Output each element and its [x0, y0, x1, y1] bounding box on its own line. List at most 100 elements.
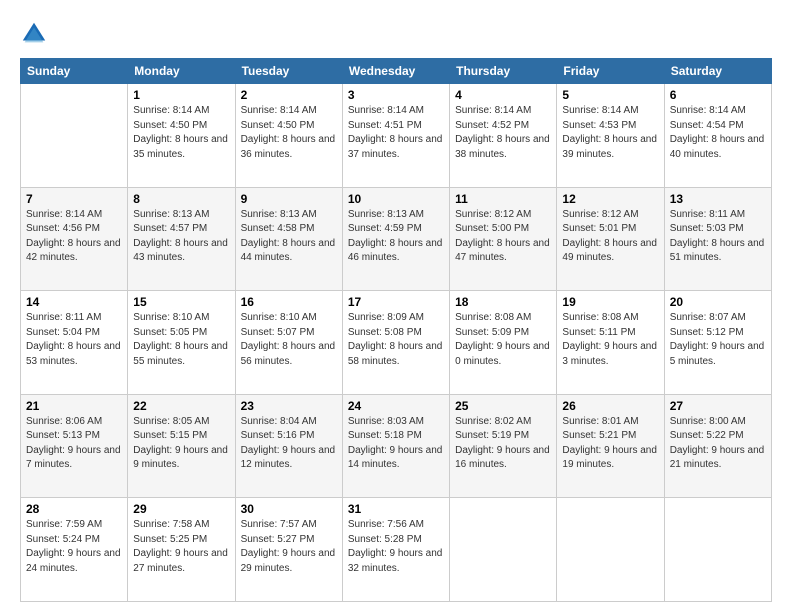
calendar-cell: 21 Sunrise: 8:06 AM Sunset: 5:13 PM Dayli…	[21, 394, 128, 498]
header	[20, 20, 772, 48]
day-number: 26	[562, 399, 658, 413]
day-number: 19	[562, 295, 658, 309]
calendar-cell: 26 Sunrise: 8:01 AM Sunset: 5:21 PM Dayli…	[557, 394, 664, 498]
day-info: Sunrise: 8:09 AM Sunset: 5:08 PM Dayligh…	[348, 311, 444, 369]
day-number: 8	[133, 192, 229, 206]
day-number: 23	[241, 399, 337, 413]
day-number: 22	[133, 399, 229, 413]
calendar-cell: 15 Sunrise: 8:10 AM Sunset: 5:05 PM Dayli…	[128, 291, 235, 395]
logo	[20, 20, 52, 48]
day-number: 5	[562, 88, 658, 102]
day-info: Sunrise: 8:12 AM Sunset: 5:00 PM Dayligh…	[455, 208, 551, 266]
day-info: Sunrise: 8:10 AM Sunset: 5:05 PM Dayligh…	[133, 311, 229, 369]
calendar-cell: 17 Sunrise: 8:09 AM Sunset: 5:08 PM Dayli…	[342, 291, 449, 395]
calendar-header-monday: Monday	[128, 59, 235, 84]
day-info: Sunrise: 8:02 AM Sunset: 5:19 PM Dayligh…	[455, 415, 551, 473]
day-info: Sunrise: 8:01 AM Sunset: 5:21 PM Dayligh…	[562, 415, 658, 473]
day-info: Sunrise: 8:14 AM Sunset: 4:54 PM Dayligh…	[670, 104, 766, 162]
calendar-week-row: 14 Sunrise: 8:11 AM Sunset: 5:04 PM Dayli…	[21, 291, 772, 395]
day-info: Sunrise: 8:10 AM Sunset: 5:07 PM Dayligh…	[241, 311, 337, 369]
calendar-cell	[664, 498, 771, 602]
calendar-header-saturday: Saturday	[664, 59, 771, 84]
calendar-header-sunday: Sunday	[21, 59, 128, 84]
calendar-cell: 11 Sunrise: 8:12 AM Sunset: 5:00 PM Dayli…	[450, 187, 557, 291]
calendar-cell: 23 Sunrise: 8:04 AM Sunset: 5:16 PM Dayli…	[235, 394, 342, 498]
day-info: Sunrise: 8:08 AM Sunset: 5:09 PM Dayligh…	[455, 311, 551, 369]
calendar-cell: 31Sunrise: 7:56 AM Sunset: 5:28 PM Dayli…	[342, 498, 449, 602]
calendar-header-row: SundayMondayTuesdayWednesdayThursdayFrid…	[21, 59, 772, 84]
calendar-cell: 9Sunrise: 8:13 AM Sunset: 4:58 PM Daylig…	[235, 187, 342, 291]
calendar-header-thursday: Thursday	[450, 59, 557, 84]
logo-icon	[20, 20, 48, 48]
day-info: Sunrise: 8:13 AM Sunset: 4:59 PM Dayligh…	[348, 208, 444, 266]
calendar-cell: 30Sunrise: 7:57 AM Sunset: 5:27 PM Dayli…	[235, 498, 342, 602]
calendar-header-tuesday: Tuesday	[235, 59, 342, 84]
day-number: 7	[26, 192, 122, 206]
day-info: Sunrise: 8:14 AM Sunset: 4:50 PM Dayligh…	[133, 104, 229, 162]
calendar-cell: 29 Sunrise: 7:58 AM Sunset: 5:25 PM Dayli…	[128, 498, 235, 602]
day-number: 6	[670, 88, 766, 102]
day-info: Sunrise: 8:06 AM Sunset: 5:13 PM Dayligh…	[26, 415, 122, 473]
day-info: Sunrise: 8:04 AM Sunset: 5:16 PM Dayligh…	[241, 415, 337, 473]
day-number: 21	[26, 399, 122, 413]
calendar-cell: 6 Sunrise: 8:14 AM Sunset: 4:54 PM Daylig…	[664, 84, 771, 188]
day-info: Sunrise: 8:05 AM Sunset: 5:15 PM Dayligh…	[133, 415, 229, 473]
day-info: Sunrise: 8:11 AM Sunset: 5:04 PM Dayligh…	[26, 311, 122, 369]
calendar-cell: 3 Sunrise: 8:14 AM Sunset: 4:51 PM Daylig…	[342, 84, 449, 188]
calendar-cell: 18 Sunrise: 8:08 AM Sunset: 5:09 PM Dayli…	[450, 291, 557, 395]
calendar-cell: 25 Sunrise: 8:02 AM Sunset: 5:19 PM Dayli…	[450, 394, 557, 498]
calendar-cell: 13 Sunrise: 8:11 AM Sunset: 5:03 PM Dayli…	[664, 187, 771, 291]
calendar-cell: 27 Sunrise: 8:00 AM Sunset: 5:22 PM Dayli…	[664, 394, 771, 498]
page: SundayMondayTuesdayWednesdayThursdayFrid…	[0, 0, 792, 612]
day-number: 11	[455, 192, 551, 206]
calendar-cell	[557, 498, 664, 602]
day-number: 14	[26, 295, 122, 309]
day-number: 20	[670, 295, 766, 309]
day-info: Sunrise: 8:11 AM Sunset: 5:03 PM Dayligh…	[670, 208, 766, 266]
day-number: 9	[241, 192, 337, 206]
day-info: Sunrise: 8:07 AM Sunset: 5:12 PM Dayligh…	[670, 311, 766, 369]
day-number: 30	[241, 502, 337, 516]
calendar-cell: 28 Sunrise: 7:59 AM Sunset: 5:24 PM Dayli…	[21, 498, 128, 602]
day-number: 4	[455, 88, 551, 102]
day-info: Sunrise: 8:08 AM Sunset: 5:11 PM Dayligh…	[562, 311, 658, 369]
calendar-week-row: 28 Sunrise: 7:59 AM Sunset: 5:24 PM Dayli…	[21, 498, 772, 602]
calendar-header-friday: Friday	[557, 59, 664, 84]
calendar-cell	[450, 498, 557, 602]
day-number: 18	[455, 295, 551, 309]
day-info: Sunrise: 8:13 AM Sunset: 4:57 PM Dayligh…	[133, 208, 229, 266]
calendar-cell: 8 Sunrise: 8:13 AM Sunset: 4:57 PM Daylig…	[128, 187, 235, 291]
calendar-cell: 14 Sunrise: 8:11 AM Sunset: 5:04 PM Dayli…	[21, 291, 128, 395]
calendar-cell: 20 Sunrise: 8:07 AM Sunset: 5:12 PM Dayli…	[664, 291, 771, 395]
calendar-week-row: 21 Sunrise: 8:06 AM Sunset: 5:13 PM Dayli…	[21, 394, 772, 498]
day-number: 2	[241, 88, 337, 102]
day-number: 16	[241, 295, 337, 309]
calendar-cell: 19 Sunrise: 8:08 AM Sunset: 5:11 PM Dayli…	[557, 291, 664, 395]
calendar-cell: 1 Sunrise: 8:14 AM Sunset: 4:50 PM Daylig…	[128, 84, 235, 188]
day-number: 17	[348, 295, 444, 309]
day-info: Sunrise: 8:14 AM Sunset: 4:51 PM Dayligh…	[348, 104, 444, 162]
calendar-cell: 7Sunrise: 8:14 AM Sunset: 4:56 PM Daylig…	[21, 187, 128, 291]
calendar-cell: 10 Sunrise: 8:13 AM Sunset: 4:59 PM Dayli…	[342, 187, 449, 291]
day-info: Sunrise: 8:03 AM Sunset: 5:18 PM Dayligh…	[348, 415, 444, 473]
day-info: Sunrise: 8:00 AM Sunset: 5:22 PM Dayligh…	[670, 415, 766, 473]
day-number: 13	[670, 192, 766, 206]
day-info: Sunrise: 7:58 AM Sunset: 5:25 PM Dayligh…	[133, 518, 229, 576]
day-info: Sunrise: 8:14 AM Sunset: 4:50 PM Dayligh…	[241, 104, 337, 162]
day-number: 28	[26, 502, 122, 516]
day-number: 27	[670, 399, 766, 413]
day-number: 15	[133, 295, 229, 309]
day-number: 10	[348, 192, 444, 206]
day-info: Sunrise: 7:59 AM Sunset: 5:24 PM Dayligh…	[26, 518, 122, 576]
day-info: Sunrise: 7:56 AM Sunset: 5:28 PM Dayligh…	[348, 518, 444, 576]
day-number: 1	[133, 88, 229, 102]
day-info: Sunrise: 8:12 AM Sunset: 5:01 PM Dayligh…	[562, 208, 658, 266]
calendar-cell: 16 Sunrise: 8:10 AM Sunset: 5:07 PM Dayli…	[235, 291, 342, 395]
calendar-header-wednesday: Wednesday	[342, 59, 449, 84]
day-number: 25	[455, 399, 551, 413]
day-number: 3	[348, 88, 444, 102]
calendar-cell: 22 Sunrise: 8:05 AM Sunset: 5:15 PM Dayli…	[128, 394, 235, 498]
day-number: 12	[562, 192, 658, 206]
calendar-week-row: 1 Sunrise: 8:14 AM Sunset: 4:50 PM Daylig…	[21, 84, 772, 188]
day-number: 29	[133, 502, 229, 516]
